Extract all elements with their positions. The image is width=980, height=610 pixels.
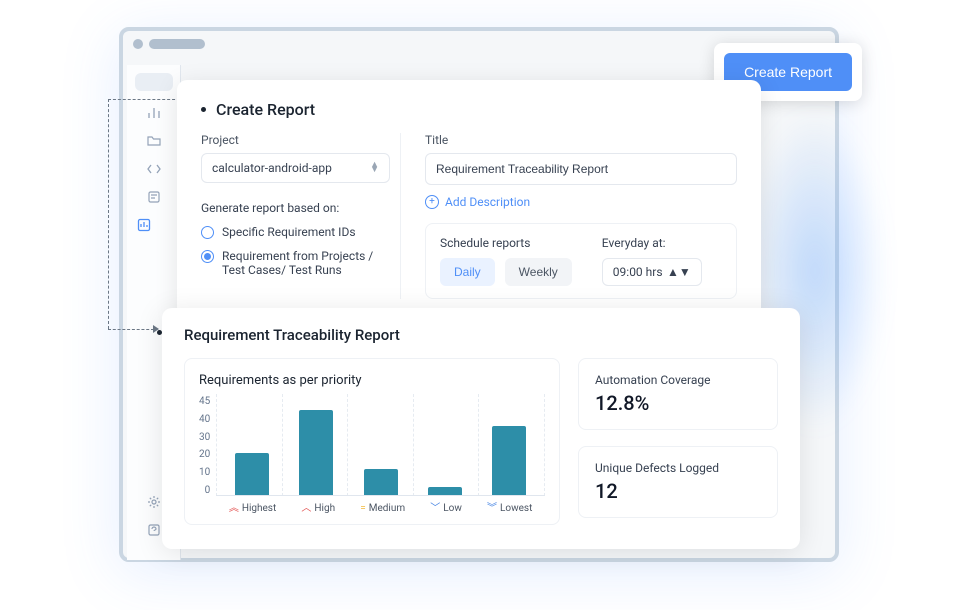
generate-label: Generate report based on: [201, 201, 390, 215]
bars-container [216, 394, 545, 496]
automation-coverage-card: Automation Coverage 12.8% [578, 358, 778, 430]
radio-projects-label: Requirement from Projects / Test Cases/ … [222, 249, 390, 277]
schedule-box: Schedule reports Daily Weekly Everyday a… [425, 223, 737, 299]
project-select[interactable]: calculator-android-app ▲▼ [201, 153, 390, 183]
schedule-daily-button[interactable]: Daily [440, 258, 495, 286]
bar-highest [235, 453, 269, 496]
report-title: Requirement Traceability Report [184, 326, 778, 344]
x-label-medium: =Medium [360, 503, 405, 514]
code-icon[interactable] [127, 161, 180, 177]
add-description-link[interactable]: + Add Description [425, 195, 737, 209]
radio-icon [201, 250, 214, 263]
baseline [216, 495, 545, 496]
priority-icon: ﹀ [430, 504, 440, 514]
priority-icon: ︾ [487, 504, 497, 514]
automation-coverage-label: Automation Coverage [595, 373, 761, 387]
priority-icon: ︽ [229, 504, 239, 514]
updown-icon: ▲▼ [370, 163, 379, 173]
analytics-icon[interactable] [127, 105, 180, 121]
x-label-low: ﹀Low [430, 503, 462, 514]
window-url-pill [149, 39, 205, 49]
radio-from-projects[interactable]: Requirement from Projects / Test Cases/ … [201, 249, 390, 277]
time-value: 09:00 hrs [613, 265, 663, 279]
x-label-lowest: ︾Lowest [487, 503, 532, 514]
panel-header: Create Report [201, 100, 737, 119]
priority-icon: = [360, 504, 366, 514]
priority-icon: ︿ [301, 504, 311, 514]
schedule-weekly-button[interactable]: Weekly [505, 258, 572, 286]
y-axis: 45403020100 [199, 394, 216, 514]
x-label-highest: ︽Highest [229, 503, 276, 514]
x-label-high: ︿High [301, 503, 335, 514]
sidebar-search-slot [135, 73, 173, 91]
bar-high [299, 410, 333, 496]
add-description-label: Add Description [445, 195, 530, 209]
report-panel: Requirement Traceability Report Requirem… [162, 308, 800, 549]
x-axis-labels: ︽Highest ︿High =Medium ﹀Low ︾Lowest [216, 503, 545, 514]
folder-icon[interactable] [127, 133, 180, 149]
create-report-panel: Create Report Project calculator-android… [177, 80, 761, 321]
unique-defects-card: Unique Defects Logged 12 [578, 446, 778, 518]
bar-medium [364, 469, 398, 496]
time-select[interactable]: 09:00 hrs ▲▼ [602, 258, 702, 286]
automation-coverage-value: 12.8% [595, 391, 761, 415]
project-label: Project [201, 133, 390, 147]
connector-dot-icon [157, 330, 162, 335]
radio-icon [201, 226, 214, 239]
everyday-label: Everyday at: [602, 236, 702, 250]
unique-defects-label: Unique Defects Logged [595, 461, 761, 475]
radio-specific-label: Specific Requirement IDs [222, 225, 356, 239]
note-icon[interactable] [127, 189, 180, 205]
title-input[interactable] [425, 153, 737, 185]
radio-specific-ids[interactable]: Specific Requirement IDs [201, 225, 390, 239]
bar-chart: 45403020100 ︽Highest ︿High =Medium ﹀Low ︾Low… [199, 394, 545, 514]
schedule-label: Schedule reports [440, 236, 572, 250]
title-label: Title [425, 133, 737, 147]
panel-title: Create Report [216, 100, 315, 119]
reports-icon[interactable]: Rep [127, 217, 180, 233]
connector-line [108, 329, 154, 330]
chart-title: Requirements as per priority [199, 373, 545, 388]
connector-line [108, 99, 109, 329]
plus-circle-icon: + [425, 195, 439, 209]
bar-lowest [492, 426, 526, 496]
priority-chart-card: Requirements as per priority 45403020100… [184, 358, 560, 525]
header-dot-icon [201, 107, 206, 112]
window-control-dot [133, 39, 143, 49]
project-select-value: calculator-android-app [212, 161, 332, 175]
unique-defects-value: 12 [595, 479, 761, 503]
updown-icon: ▲▼ [667, 265, 691, 279]
connector-line [108, 99, 180, 100]
